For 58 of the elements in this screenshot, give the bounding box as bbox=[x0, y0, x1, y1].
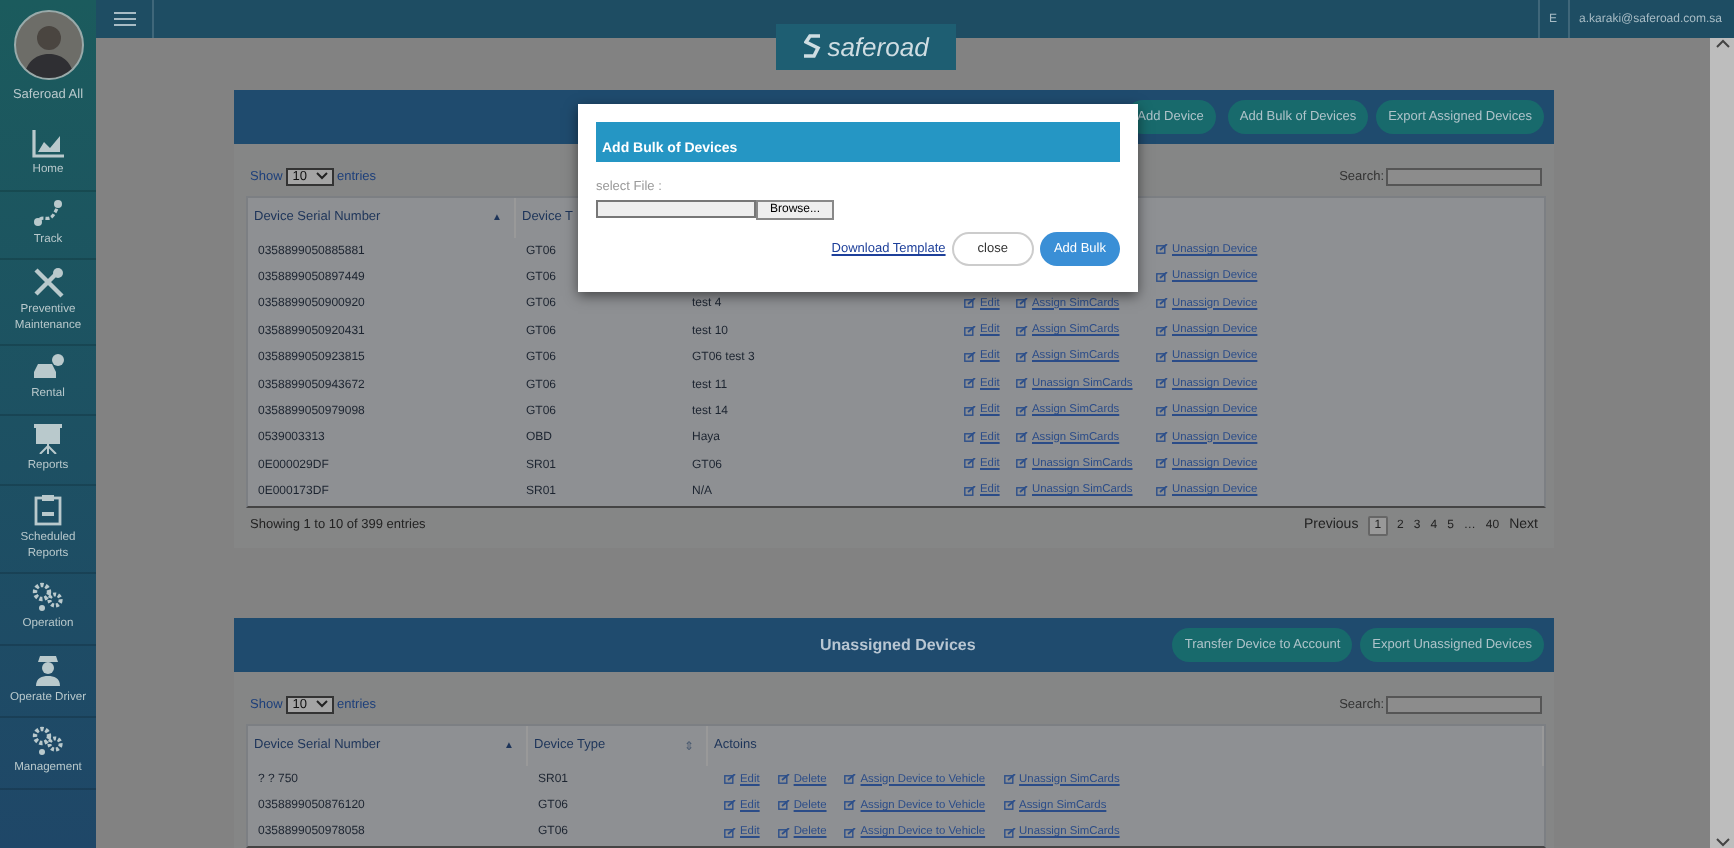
clipboard-icon bbox=[34, 494, 62, 527]
scroll-down-icon[interactable] bbox=[1715, 838, 1729, 848]
edit-icon bbox=[1156, 432, 1168, 443]
edit-icon bbox=[1156, 378, 1168, 389]
edit-icon bbox=[1003, 827, 1016, 838]
edit-icon bbox=[1156, 485, 1168, 496]
edit-icon bbox=[844, 774, 857, 785]
edit-icon bbox=[1016, 298, 1028, 309]
edit-icon bbox=[1156, 351, 1168, 362]
caret-icon bbox=[315, 172, 327, 181]
edit-icon bbox=[1003, 800, 1016, 811]
gears-icon bbox=[32, 726, 64, 757]
driver-icon bbox=[34, 653, 62, 686]
edit-icon bbox=[777, 827, 790, 838]
edit-icon bbox=[724, 800, 736, 811]
edit-icon bbox=[964, 298, 976, 309]
tools-icon bbox=[32, 268, 64, 299]
edit-icon bbox=[1016, 432, 1028, 443]
edit-icon bbox=[964, 351, 976, 362]
car-icon bbox=[32, 354, 64, 383]
search-field[interactable] bbox=[1386, 695, 1542, 714]
avatar bbox=[13, 10, 83, 80]
edit-icon bbox=[1156, 405, 1168, 416]
menu-icon[interactable] bbox=[113, 12, 135, 26]
edit-icon bbox=[724, 774, 736, 785]
panel-title: Unassigned Devices bbox=[820, 635, 976, 654]
search-field[interactable] bbox=[1386, 167, 1542, 186]
edit-icon bbox=[1156, 298, 1168, 309]
logo: saferoad bbox=[776, 24, 956, 70]
edit-icon bbox=[1016, 378, 1028, 389]
edit-icon bbox=[844, 827, 857, 838]
edit-icon bbox=[1156, 325, 1168, 336]
edit-icon bbox=[1016, 485, 1028, 496]
board-icon bbox=[32, 423, 64, 454]
edit-icon bbox=[724, 827, 736, 838]
edit-icon bbox=[964, 405, 976, 416]
edit-icon bbox=[1016, 458, 1028, 469]
gears-icon bbox=[32, 582, 64, 613]
edit-icon bbox=[777, 774, 790, 785]
edit-icon bbox=[1016, 325, 1028, 336]
edit-icon bbox=[777, 800, 790, 811]
caret-icon bbox=[315, 700, 327, 709]
edit-icon bbox=[1016, 405, 1028, 416]
edit-icon bbox=[964, 458, 976, 469]
edit-icon bbox=[964, 325, 976, 336]
route-icon bbox=[32, 199, 64, 228]
edit-icon bbox=[1003, 774, 1016, 785]
edit-icon bbox=[1156, 271, 1168, 282]
edit-icon bbox=[1156, 458, 1168, 469]
file-field[interactable] bbox=[596, 200, 756, 218]
chart-icon bbox=[32, 130, 64, 158]
edit-icon bbox=[1016, 351, 1028, 362]
scroll-up-icon[interactable] bbox=[1715, 38, 1729, 48]
edit-icon bbox=[964, 485, 976, 496]
edit-icon bbox=[844, 800, 857, 811]
edit-icon bbox=[1156, 244, 1168, 255]
edit-icon bbox=[964, 378, 976, 389]
edit-icon bbox=[964, 432, 976, 443]
